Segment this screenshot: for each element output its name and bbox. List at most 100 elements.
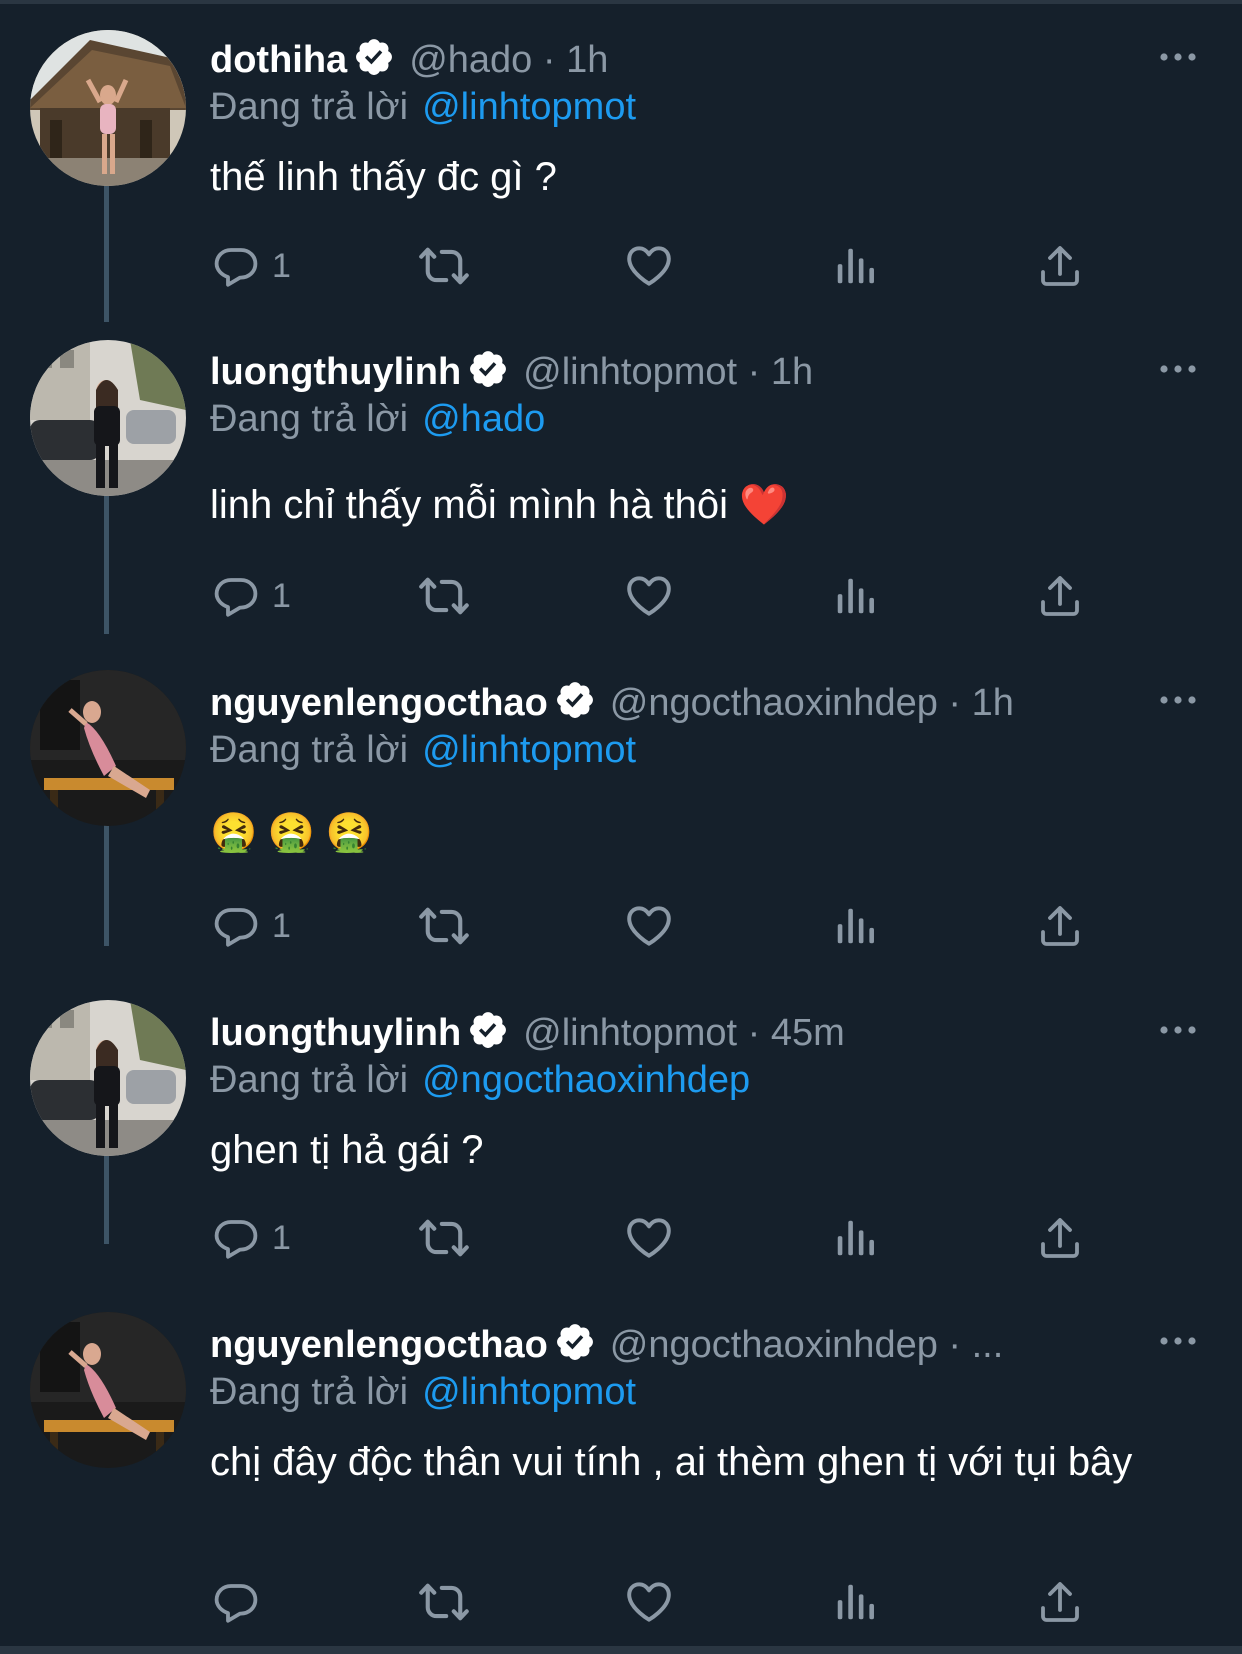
reply-button[interactable]	[212, 1572, 272, 1632]
handle-time: @hado · 1h	[409, 39, 609, 81]
share-button[interactable]	[1036, 896, 1084, 956]
username[interactable]: nguyenlengocthao	[210, 682, 548, 724]
verified-badge-icon	[353, 36, 395, 89]
reply-bubble-icon	[212, 1578, 260, 1626]
replying-to: Đang trả lời @linhtopmot	[210, 727, 636, 773]
mention-link[interactable]: @linhtopmot	[422, 1371, 636, 1413]
avatar-nguyenlengocthao[interactable]	[30, 1312, 186, 1468]
share-button[interactable]	[1036, 236, 1084, 296]
reply-bubble-icon	[212, 242, 260, 290]
tweet-header: dothiha @hado · 1h	[210, 36, 608, 89]
more-dots-icon[interactable]	[1158, 1020, 1198, 1040]
tweet-header: luongthuylinh @linhtopmot · 1h	[210, 348, 813, 401]
reply-bubble-icon	[212, 902, 260, 950]
views-button[interactable]	[832, 1572, 878, 1632]
username[interactable]: luongthuylinh	[210, 1012, 461, 1054]
views-button[interactable]	[832, 236, 878, 296]
retweet-button[interactable]	[418, 1208, 470, 1268]
reply-bubble-icon	[212, 572, 260, 620]
replying-to: Đang trả lời @linhtopmot	[210, 84, 636, 130]
like-button[interactable]	[624, 1572, 674, 1632]
username[interactable]: nguyenlengocthao	[210, 1324, 548, 1366]
views-button[interactable]	[832, 566, 878, 626]
tweet-header: nguyenlengocthao @ngocthaoxinhdep · 1h	[210, 679, 1014, 732]
username[interactable]: dothiha	[210, 39, 347, 81]
avatar-dothiha[interactable]	[30, 30, 186, 186]
reply-button[interactable]: 1	[212, 566, 291, 626]
action-bar: 1	[0, 1208, 1242, 1268]
reply-button[interactable]: 1	[212, 1208, 291, 1268]
avatar-luongthuylinh[interactable]	[30, 1000, 186, 1156]
more-dots-icon[interactable]	[1158, 690, 1198, 710]
analytics-bars-icon	[832, 573, 878, 619]
retweet-icon	[418, 570, 470, 622]
handle-time: @ngocthaoxinhdep · 1h	[609, 682, 1014, 724]
action-bar: 1	[0, 896, 1242, 956]
share-button[interactable]	[1036, 1208, 1084, 1268]
views-button[interactable]	[832, 896, 878, 956]
share-upload-icon	[1036, 1214, 1084, 1262]
like-button[interactable]	[624, 566, 674, 626]
like-button[interactable]	[624, 896, 674, 956]
reply-button[interactable]: 1	[212, 896, 291, 956]
more-dots-icon[interactable]	[1158, 47, 1198, 67]
heart-icon	[624, 241, 674, 291]
action-bar: 1	[0, 566, 1242, 626]
share-upload-icon	[1036, 1578, 1084, 1626]
analytics-bars-icon	[832, 243, 878, 289]
tweet-text: ghen tị hả gái ?	[210, 1128, 484, 1172]
retweet-button[interactable]	[418, 236, 470, 296]
reply-count: 1	[272, 906, 291, 945]
retweet-icon	[418, 240, 470, 292]
retweet-icon	[418, 900, 470, 952]
retweet-button[interactable]	[418, 1572, 470, 1632]
more-dots-icon[interactable]	[1158, 1331, 1198, 1351]
tweet-header: luongthuylinh @linhtopmot · 45m	[210, 1009, 845, 1062]
tweet-text: 🤮 🤮 🤮	[210, 812, 374, 854]
retweet-button[interactable]	[418, 896, 470, 956]
retweet-button[interactable]	[418, 566, 470, 626]
verified-badge-icon	[554, 679, 596, 732]
verified-badge-icon	[554, 1321, 596, 1374]
share-button[interactable]	[1036, 566, 1084, 626]
avatar-luongthuylinh[interactable]	[30, 340, 186, 496]
bottom-divider	[0, 1646, 1242, 1654]
mention-link[interactable]: @ngocthaoxinhdep	[422, 1059, 750, 1101]
more-dots-icon[interactable]	[1158, 359, 1198, 379]
reply-count: 1	[272, 1218, 291, 1257]
tweet-header: nguyenlengocthao @ngocthaoxinhdep · ...	[210, 1321, 1003, 1374]
reply-count: 1	[272, 576, 291, 615]
share-upload-icon	[1036, 902, 1084, 950]
mention-link[interactable]: @linhtopmot	[422, 729, 636, 771]
heart-icon	[624, 901, 674, 951]
views-button[interactable]	[832, 1208, 878, 1268]
avatar-nguyenlengocthao[interactable]	[30, 670, 186, 826]
handle-time: @ngocthaoxinhdep · ...	[609, 1324, 1004, 1366]
share-upload-icon	[1036, 242, 1084, 290]
reply-label: Đang trả lời	[210, 1371, 409, 1413]
heart-icon	[624, 571, 674, 621]
handle-time: @linhtopmot · 45m	[523, 1012, 845, 1054]
like-button[interactable]	[624, 236, 674, 296]
heart-icon	[624, 1577, 674, 1627]
reply-count: 1	[272, 246, 291, 285]
action-bar	[0, 1572, 1242, 1632]
share-upload-icon	[1036, 572, 1084, 620]
replying-to: Đang trả lời @ngocthaoxinhdep	[210, 1057, 750, 1103]
like-button[interactable]	[624, 1208, 674, 1268]
mention-link[interactable]: @hado	[422, 398, 545, 440]
reply-bubble-icon	[212, 1214, 260, 1262]
tweet-text: linh chỉ thấy mỗi mình hà thôi ❤️	[210, 483, 789, 527]
mention-link[interactable]: @linhtopmot	[422, 86, 636, 128]
handle-time: @linhtopmot · 1h	[523, 351, 814, 393]
reply-button[interactable]: 1	[212, 236, 291, 296]
reply-label: Đang trả lời	[210, 729, 409, 771]
share-button[interactable]	[1036, 1572, 1084, 1632]
replying-to: Đang trả lời @hado	[210, 396, 545, 442]
heart-icon	[624, 1213, 674, 1263]
verified-badge-icon	[467, 1009, 509, 1062]
username[interactable]: luongthuylinh	[210, 351, 461, 393]
analytics-bars-icon	[832, 903, 878, 949]
verified-badge-icon	[467, 348, 509, 401]
tweet-text: chị đây độc thân vui tính , ai thèm ghen…	[210, 1440, 1133, 1484]
